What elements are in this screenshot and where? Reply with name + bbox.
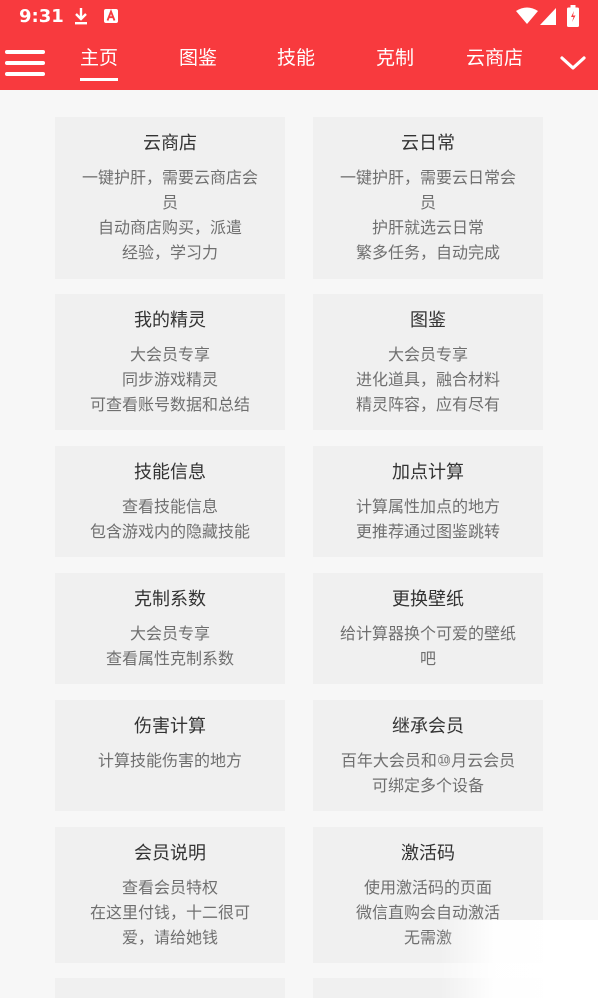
card-type-effectiveness[interactable]: 克制系数 大会员专享 查看属性克制系数 xyxy=(55,573,285,684)
hamburger-menu-icon[interactable] xyxy=(5,48,45,78)
card-description: 一键护肝，需要云商店会 员 自动商店购买，派遣 经验，学习力 xyxy=(81,168,258,262)
card-description: 查看技能信息 包含游戏内的隐藏技能 xyxy=(89,497,250,541)
card-title: 我的精灵 xyxy=(134,310,206,331)
card-title: 加点计算 xyxy=(392,462,464,483)
tab-cloud-store[interactable]: 云商店 xyxy=(466,46,523,70)
chevron-down-icon[interactable] xyxy=(560,53,586,73)
card-title: 继承会员 xyxy=(392,716,464,737)
tab-handbook[interactable]: 图鉴 xyxy=(179,46,217,70)
card-description: 大会员专享 进化道具，融合材料 精灵阵容，应有尽有 xyxy=(355,345,500,414)
tab-counters[interactable]: 克制 xyxy=(376,46,414,70)
card-my-pets[interactable]: 我的精灵 大会员专享 同步游戏精灵 可查看账号数据和总结 xyxy=(55,294,285,430)
card-description: 百年大会员和⑩月云会员 可绑定多个设备 xyxy=(340,751,516,795)
card-title: 云日常 xyxy=(401,133,455,154)
card-title: 伤害计算 xyxy=(134,716,206,737)
tab-home[interactable]: 主页 xyxy=(80,46,119,81)
card-description: 给计算器换个可爱的壁纸 吧 xyxy=(339,624,516,668)
wifi-icon xyxy=(516,7,538,24)
card-damage-calculator[interactable]: 伤害计算 计算技能伤害的地方 xyxy=(55,700,285,811)
card-title: 技能信息 xyxy=(134,462,206,483)
card-inherit-membership[interactable]: 继承会员 百年大会员和⑩月云会员 可绑定多个设备 xyxy=(313,700,543,811)
battery-icon xyxy=(567,5,579,27)
card-cloud-store[interactable]: 云商店 一键护肝，需要云商店会 员 自动商店购买，派遣 经验，学习力 xyxy=(55,117,285,279)
card-partial[interactable] xyxy=(55,978,285,998)
card-title: 克制系数 xyxy=(134,589,206,610)
tab-skills[interactable]: 技能 xyxy=(277,46,315,70)
status-bar: 9:31 xyxy=(0,0,598,33)
top-nav-bar: 主页 图鉴 技能 克制 云商店 xyxy=(0,33,598,90)
card-description: 大会员专享 查看属性克制系数 xyxy=(105,624,234,668)
card-membership-info[interactable]: 会员说明 查看会员特权 在这里付钱，十二很可 爱，请给她钱 xyxy=(55,827,285,963)
a-app-icon xyxy=(104,9,118,23)
card-title: 激活码 xyxy=(401,843,455,864)
download-icon xyxy=(75,8,87,25)
signal-icon xyxy=(540,8,556,25)
card-title: 会员说明 xyxy=(134,843,206,864)
card-title: 云商店 xyxy=(143,133,197,154)
card-handbook[interactable]: 图鉴 大会员专享 进化道具，融合材料 精灵阵容，应有尽有 xyxy=(313,294,543,430)
card-description: 大会员专享 同步游戏精灵 可查看账号数据和总结 xyxy=(89,345,250,414)
card-cloud-daily[interactable]: 云日常 一键护肝，需要云日常会 员 护肝就选云日常 繁多任务，自动完成 xyxy=(313,117,543,279)
card-change-wallpaper[interactable]: 更换壁纸 给计算器换个可爱的壁纸 吧 xyxy=(313,573,543,684)
card-description: 计算属性加点的地方 更推荐通过图鉴跳转 xyxy=(355,497,500,541)
card-title: 图鉴 xyxy=(410,310,446,331)
edge-fade-overlay xyxy=(440,920,598,998)
card-point-calculator[interactable]: 加点计算 计算属性加点的地方 更推荐通过图鉴跳转 xyxy=(313,446,543,557)
status-time: 9:31 xyxy=(19,6,64,27)
card-title: 更换壁纸 xyxy=(392,589,464,610)
card-skill-info[interactable]: 技能信息 查看技能信息 包含游戏内的隐藏技能 xyxy=(55,446,285,557)
card-description: 查看会员特权 在这里付钱，十二很可 爱，请给她钱 xyxy=(89,878,250,947)
card-description: 计算技能伤害的地方 xyxy=(97,751,242,770)
card-description: 一键护肝，需要云日常会 员 护肝就选云日常 繁多任务，自动完成 xyxy=(339,168,516,262)
